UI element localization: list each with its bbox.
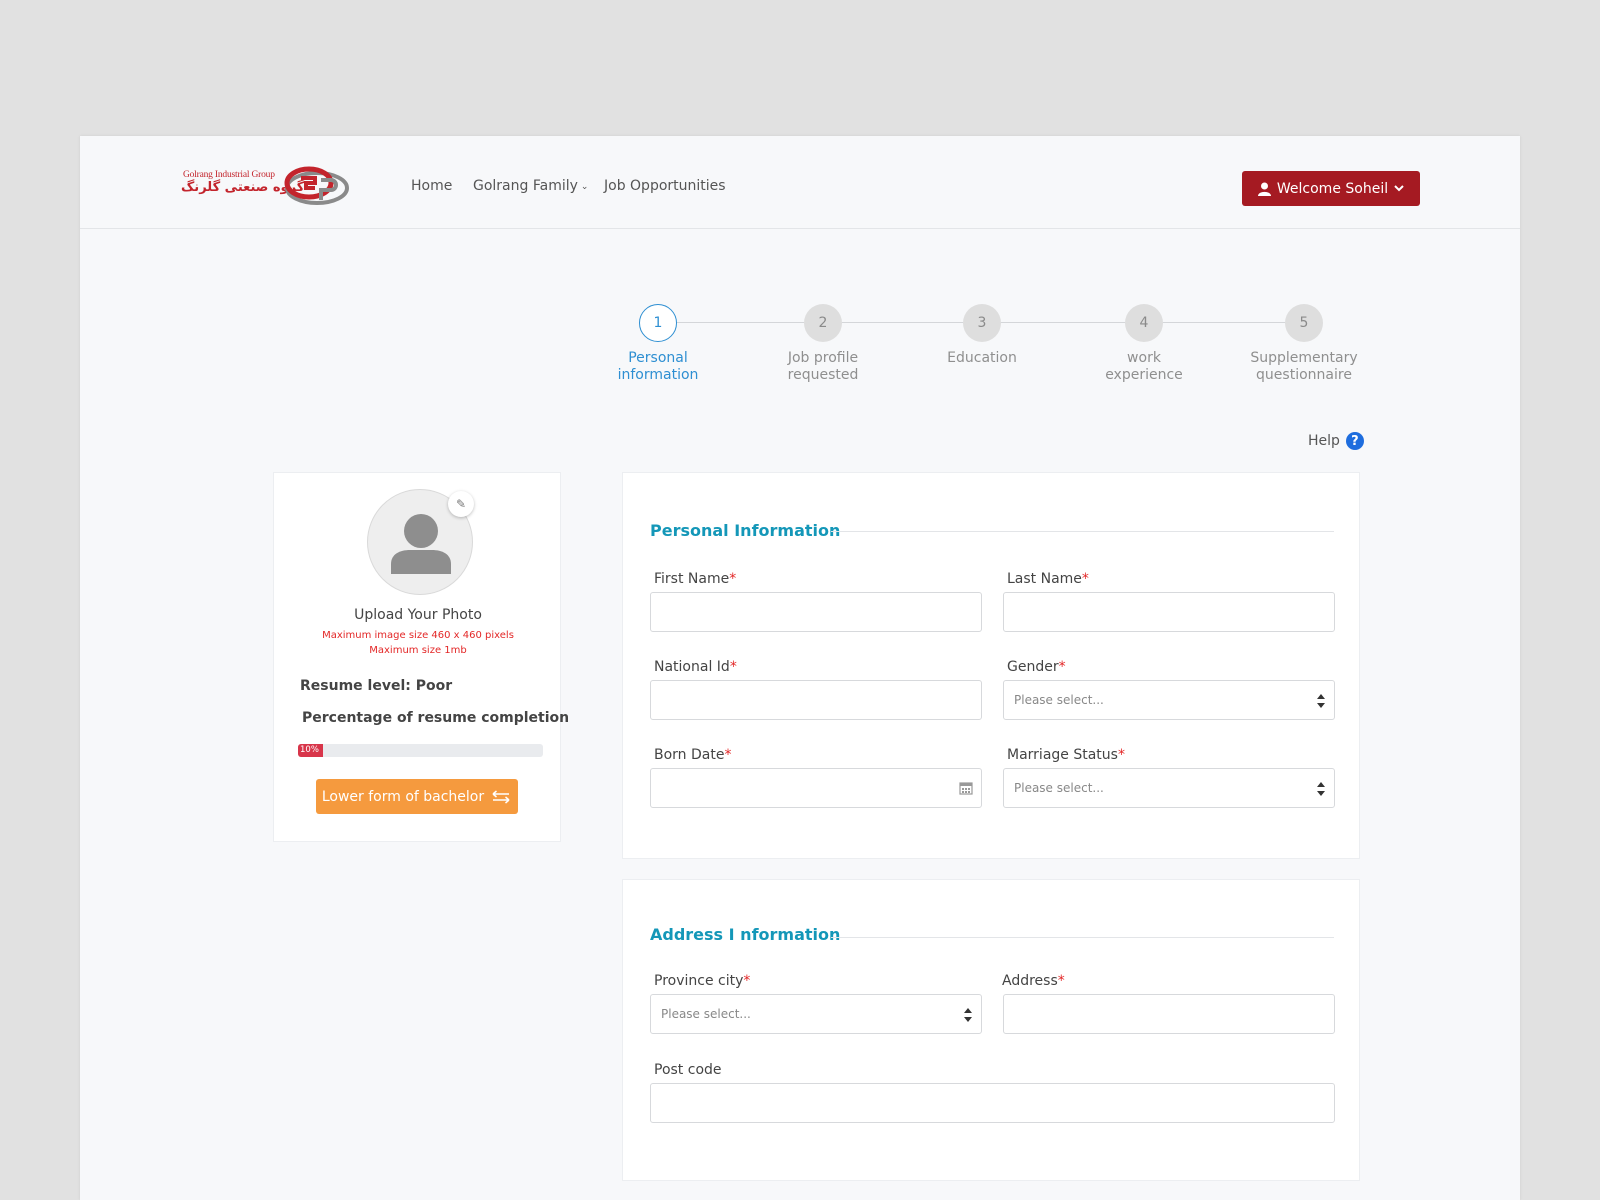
nav-golrang-family-link[interactable]: Golrang Family ⌄ xyxy=(473,178,588,194)
nav-home-link[interactable]: Home xyxy=(411,178,452,194)
resume-completion-title: Percentage of resume completion xyxy=(302,710,570,726)
question-icon: ? xyxy=(1345,432,1364,450)
gender-label-text: Gender xyxy=(1007,659,1059,675)
select-sort-arrows-icon xyxy=(1317,694,1325,708)
step-3-label[interactable]: Education xyxy=(912,350,1052,367)
personal-info-title: Personal Information xyxy=(650,521,841,540)
top-navbar: Golrang Industrial Group گروه صنعتی گلرن… xyxy=(80,136,1520,229)
section-divider xyxy=(831,531,1334,532)
national-id-input[interactable] xyxy=(650,680,982,720)
born-date-input[interactable] xyxy=(650,768,982,808)
national-id-label: National Id* xyxy=(654,659,737,675)
file-size-hint: Maximum size 1mb xyxy=(369,645,467,656)
welcome-label: Welcome Soheil xyxy=(1276,180,1389,197)
required-mark: * xyxy=(1081,571,1089,587)
step-2-circle[interactable]: 2 xyxy=(804,304,842,342)
address-info-title: Address I nformation xyxy=(650,925,841,944)
golrang-logo[interactable]: Golrang Industrial Group گروه صنعتی گلرن… xyxy=(181,164,353,208)
step-5-circle[interactable]: 5 xyxy=(1285,304,1323,342)
required-mark: * xyxy=(729,571,737,587)
logo-text-en: Golrang Industrial Group xyxy=(183,170,275,180)
required-mark: * xyxy=(724,747,732,763)
resume-level-text: Resume level: Poor xyxy=(300,678,453,694)
last-name-label: Last Name* xyxy=(1007,571,1089,587)
edit-photo-pencil-icon[interactable]: ✎ xyxy=(448,491,474,517)
step-4-circle[interactable]: 4 xyxy=(1125,304,1163,342)
national-id-label-text: National Id xyxy=(654,659,730,675)
marriage-status-label: Marriage Status* xyxy=(1007,747,1125,763)
swap-arrows-icon xyxy=(492,789,510,804)
required-mark: * xyxy=(1058,659,1066,675)
app-window: Golrang Industrial Group گروه صنعتی گلرن… xyxy=(80,136,1520,1200)
address-label: Address* xyxy=(1002,973,1065,989)
step-2-label[interactable]: Job profile requested xyxy=(753,350,893,384)
step-1-label[interactable]: Personal information xyxy=(588,350,728,384)
last-name-input[interactable] xyxy=(1003,592,1335,632)
lower-form-bachelor-button[interactable]: Lower form of bachelor xyxy=(316,779,518,814)
first-name-input[interactable] xyxy=(650,592,982,632)
address-input[interactable] xyxy=(1003,994,1335,1034)
step-1-circle[interactable]: 1 xyxy=(639,304,677,342)
marriage-status-select[interactable]: Please select... xyxy=(1003,768,1335,808)
chevron-down-icon: ⌄ xyxy=(580,182,589,192)
section-divider xyxy=(831,937,1334,938)
marriage-status-label-text: Marriage Status xyxy=(1007,747,1118,763)
user-menu-button[interactable]: Welcome Soheil xyxy=(1242,171,1420,206)
first-name-label-text: First Name xyxy=(654,571,730,587)
step-4-label[interactable]: work experience xyxy=(1074,350,1214,384)
address-info-card: Address I nformation Province city* Plea… xyxy=(622,879,1360,1181)
born-date-label: Born Date* xyxy=(654,747,731,763)
first-name-label: First Name* xyxy=(654,571,736,587)
last-name-label-text: Last Name xyxy=(1007,571,1082,587)
step-3-circle[interactable]: 3 xyxy=(963,304,1001,342)
gender-select-placeholder: Please select... xyxy=(1014,693,1104,707)
step-5-label[interactable]: Supplementary questionnaire xyxy=(1234,350,1374,384)
address-label-text: Address xyxy=(1002,973,1058,989)
required-mark: * xyxy=(743,973,751,989)
required-mark: * xyxy=(729,659,737,675)
province-city-placeholder: Please select... xyxy=(661,1007,751,1021)
progress-fill: 10% xyxy=(298,744,323,757)
required-mark: * xyxy=(1057,973,1065,989)
gender-select[interactable]: Please select... xyxy=(1003,680,1335,720)
chevron-down-icon xyxy=(1394,185,1404,192)
resume-completion-progress: 10% xyxy=(298,744,543,757)
province-city-label-text: Province city xyxy=(654,973,744,989)
post-code-label: Post code xyxy=(654,1062,722,1078)
person-silhouette-icon xyxy=(391,514,451,574)
select-sort-arrows-icon xyxy=(964,1008,972,1022)
nav-job-opportunities-link[interactable]: Job Opportunities xyxy=(604,178,726,194)
user-icon xyxy=(1257,182,1271,196)
personal-info-card: Personal Information First Name* Last Na… xyxy=(622,472,1360,859)
nav-golrang-family-label: Golrang Family xyxy=(473,178,578,194)
lower-form-button-label: Lower form of bachelor xyxy=(321,788,485,805)
profile-card: ✎ Upload Your Photo Maximum image size 4… xyxy=(273,472,569,842)
calendar-icon[interactable] xyxy=(959,781,973,795)
help-link[interactable]: Help ? xyxy=(1308,432,1364,450)
gp-logo-icon xyxy=(284,166,349,205)
help-label: Help xyxy=(1308,433,1340,449)
born-date-label-text: Born Date xyxy=(654,747,725,763)
gender-label: Gender* xyxy=(1007,659,1066,675)
post-code-input[interactable] xyxy=(650,1083,1335,1123)
province-city-select[interactable]: Please select... xyxy=(650,994,982,1034)
select-sort-arrows-icon xyxy=(1317,782,1325,796)
upload-photo-title: Upload Your Photo xyxy=(354,607,482,623)
province-city-label: Province city* xyxy=(654,973,750,989)
image-size-hint: Maximum image size 460 x 460 pixels xyxy=(322,630,514,641)
required-mark: * xyxy=(1117,747,1125,763)
marriage-status-placeholder: Please select... xyxy=(1014,781,1104,795)
